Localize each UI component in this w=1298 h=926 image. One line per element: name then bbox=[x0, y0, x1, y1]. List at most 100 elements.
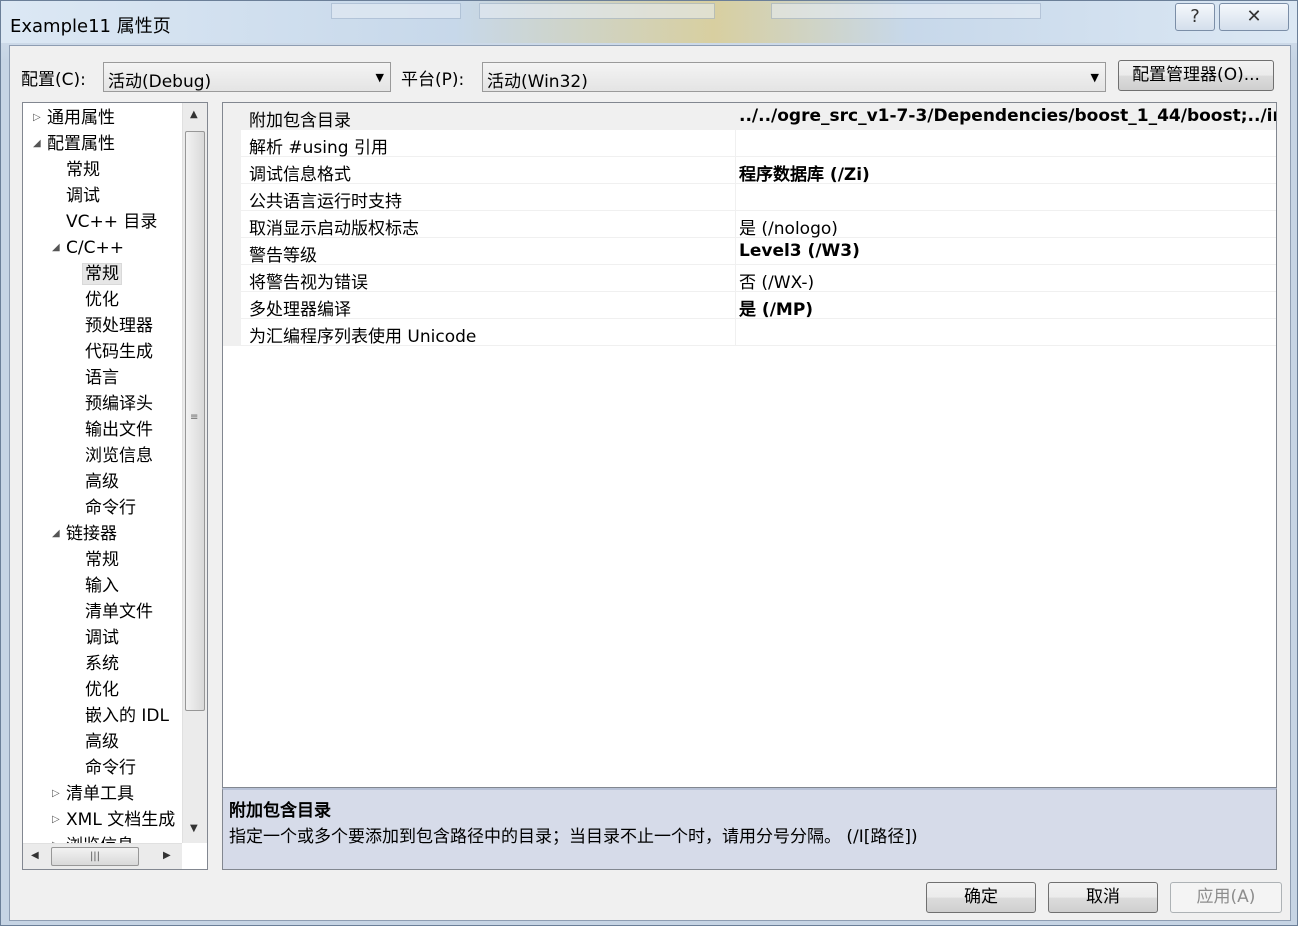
apply-button[interactable]: 应用(A) bbox=[1170, 882, 1282, 913]
tree-item-label: 代码生成 bbox=[85, 342, 153, 362]
property-row[interactable]: 为汇编程序列表使用 Unicode bbox=[223, 319, 1276, 347]
tree-item[interactable]: 清单文件 bbox=[85, 599, 153, 625]
property-row[interactable]: 取消显示启动版权标志 是 (/nologo) bbox=[223, 211, 1276, 239]
background-toolbar-combo bbox=[331, 3, 461, 19]
property-grid[interactable]: 附加包含目录 ../../ogre_src_v1-7-3/Dependencies… bbox=[222, 102, 1277, 788]
tree-item-label: 常规 bbox=[82, 263, 122, 285]
tree-horizontal-scrollbar[interactable]: ◀ ||| ▶ bbox=[23, 843, 182, 869]
tree-item[interactable]: 高级 bbox=[85, 469, 119, 495]
property-row[interactable]: 警告等级 Level3 (/W3) bbox=[223, 238, 1276, 266]
property-value[interactable]: ../../ogre_src_v1-7-3/Dependencies/boost… bbox=[739, 106, 1276, 126]
tree-item-label: 浏览信息 bbox=[85, 446, 153, 466]
row-gutter bbox=[223, 238, 241, 265]
property-name: 公共语言运行时支持 bbox=[249, 192, 402, 212]
tree-item[interactable]: 浏览信息 bbox=[85, 443, 153, 469]
row-gutter bbox=[223, 103, 241, 130]
tree-item[interactable]: 嵌入的 IDL bbox=[85, 703, 169, 729]
tree-item-label: 调试 bbox=[66, 186, 100, 206]
column-divider bbox=[735, 103, 736, 130]
tree-item[interactable]: 语言 bbox=[85, 365, 119, 391]
tree-item-label: 链接器 bbox=[66, 524, 117, 544]
config-manager-button[interactable]: 配置管理器(O)... bbox=[1118, 60, 1274, 91]
cancel-button[interactable]: 取消 bbox=[1048, 882, 1158, 913]
tree-item[interactable]: ◢ 配置属性 bbox=[33, 131, 115, 157]
tree-item-label: 预编译头 bbox=[85, 394, 153, 414]
tree-item[interactable]: 命令行 bbox=[85, 495, 136, 521]
help-button[interactable]: ? bbox=[1175, 3, 1215, 31]
tree-item[interactable]: 调试 bbox=[85, 625, 119, 651]
platform-select[interactable]: 活动(Win32) ▼ bbox=[482, 62, 1106, 92]
collapse-icon[interactable]: ◢ bbox=[52, 235, 60, 261]
expand-icon[interactable]: ▷ bbox=[52, 781, 60, 807]
property-row[interactable]: 调试信息格式 程序数据库 (/Zi) bbox=[223, 157, 1276, 185]
property-row[interactable]: 将警告视为错误 否 (/WX-) bbox=[223, 265, 1276, 293]
row-gutter bbox=[223, 265, 241, 292]
config-label: 配置(C): bbox=[21, 70, 86, 90]
tree-vertical-scroll-thumb[interactable]: ≡ bbox=[185, 131, 205, 711]
tree-item-label: 命令行 bbox=[85, 758, 136, 778]
property-value[interactable]: 是 (/MP) bbox=[739, 295, 1276, 320]
ok-button[interactable]: 确定 bbox=[926, 882, 1036, 913]
scroll-right-icon[interactable]: ▶ bbox=[163, 850, 171, 861]
scroll-down-icon[interactable]: ▼ bbox=[190, 823, 198, 834]
config-select[interactable]: 活动(Debug) ▼ bbox=[103, 62, 391, 92]
tree-item[interactable]: ▷ 清单工具 bbox=[52, 781, 134, 807]
expand-icon[interactable]: ▷ bbox=[33, 105, 41, 131]
tree-horizontal-scroll-thumb[interactable]: ||| bbox=[51, 847, 139, 866]
property-row[interactable]: 附加包含目录 ../../ogre_src_v1-7-3/Dependencies… bbox=[223, 103, 1276, 131]
property-name: 解析 #using 引用 bbox=[249, 138, 388, 158]
tree-item[interactable]: 输出文件 bbox=[85, 417, 153, 443]
close-icon: ✕ bbox=[1246, 6, 1262, 27]
tree-item[interactable]: 高级 bbox=[85, 729, 119, 755]
tree-item-label: 高级 bbox=[85, 472, 119, 492]
platform-select-value: 活动(Win32) bbox=[487, 72, 588, 92]
tree-item[interactable]: 预处理器 bbox=[85, 313, 153, 339]
tree-item[interactable]: 代码生成 bbox=[85, 339, 153, 365]
tree-item[interactable]: 优化 bbox=[85, 287, 119, 313]
tree-item[interactable]: ◢ 链接器 bbox=[52, 521, 117, 547]
column-divider bbox=[735, 238, 736, 265]
tree-item-label: 输入 bbox=[85, 576, 119, 596]
property-value[interactable]: 程序数据库 (/Zi) bbox=[739, 160, 1276, 185]
tree-item-label: 命令行 bbox=[85, 498, 136, 518]
row-gutter bbox=[223, 130, 241, 157]
tree-item[interactable]: VC++ 目录 bbox=[66, 209, 157, 235]
tree-item-label: 输出文件 bbox=[85, 420, 153, 440]
tree-item[interactable]: 预编译头 bbox=[85, 391, 153, 417]
tree-item[interactable]: 常规 bbox=[85, 547, 119, 573]
tree-item[interactable]: ▷ 通用属性 bbox=[33, 105, 115, 131]
window-title: Example11 属性页 bbox=[10, 16, 171, 37]
expand-icon[interactable]: ▷ bbox=[52, 807, 60, 833]
scroll-up-icon[interactable]: ▲ bbox=[190, 109, 198, 120]
title-bar[interactable]: Example11 属性页 ? ✕ bbox=[1, 1, 1297, 43]
tree-item-label: 配置属性 bbox=[47, 134, 115, 154]
row-gutter bbox=[223, 292, 241, 319]
property-tree[interactable]: ▷ 通用属性 ◢ 配置属性 常规 调试 VC++ 目录 ◢ C/C++ 常规 优化 预处理器 代码生成语… bbox=[22, 102, 208, 870]
property-row[interactable]: 多处理器编译 是 (/MP) bbox=[223, 292, 1276, 320]
collapse-icon[interactable]: ◢ bbox=[33, 131, 41, 157]
row-gutter bbox=[223, 319, 241, 346]
property-value[interactable]: 否 (/WX-) bbox=[739, 268, 1276, 293]
property-row[interactable]: 解析 #using 引用 bbox=[223, 130, 1276, 158]
property-value[interactable]: 是 (/nologo) bbox=[739, 214, 1276, 239]
tree-item[interactable]: 调试 bbox=[66, 183, 100, 209]
tree-item-label: 嵌入的 IDL bbox=[85, 706, 169, 726]
property-value[interactable]: Level3 (/W3) bbox=[739, 241, 1276, 261]
tree-vertical-scrollbar[interactable]: ▲ ≡ ▼ bbox=[182, 103, 207, 843]
tree-item[interactable]: 常规 bbox=[82, 261, 122, 287]
tree-item[interactable]: 常规 bbox=[66, 157, 100, 183]
collapse-icon[interactable]: ◢ bbox=[52, 521, 60, 547]
property-row[interactable]: 公共语言运行时支持 bbox=[223, 184, 1276, 212]
grip-icon: ||| bbox=[89, 851, 101, 862]
tree-item[interactable]: 命令行 bbox=[85, 755, 136, 781]
tree-item[interactable]: 输入 bbox=[85, 573, 119, 599]
tree-item[interactable]: ◢ C/C++ bbox=[52, 235, 124, 261]
scroll-left-icon[interactable]: ◀ bbox=[31, 850, 39, 861]
tree-item[interactable]: ▷ XML 文档生成 bbox=[52, 807, 175, 833]
tree-item[interactable]: 优化 bbox=[85, 677, 119, 703]
close-button[interactable]: ✕ bbox=[1219, 3, 1289, 31]
tree-item[interactable]: 系统 bbox=[85, 651, 119, 677]
column-divider bbox=[735, 319, 736, 346]
row-gutter bbox=[223, 184, 241, 211]
description-title: 附加包含目录 bbox=[229, 801, 331, 821]
